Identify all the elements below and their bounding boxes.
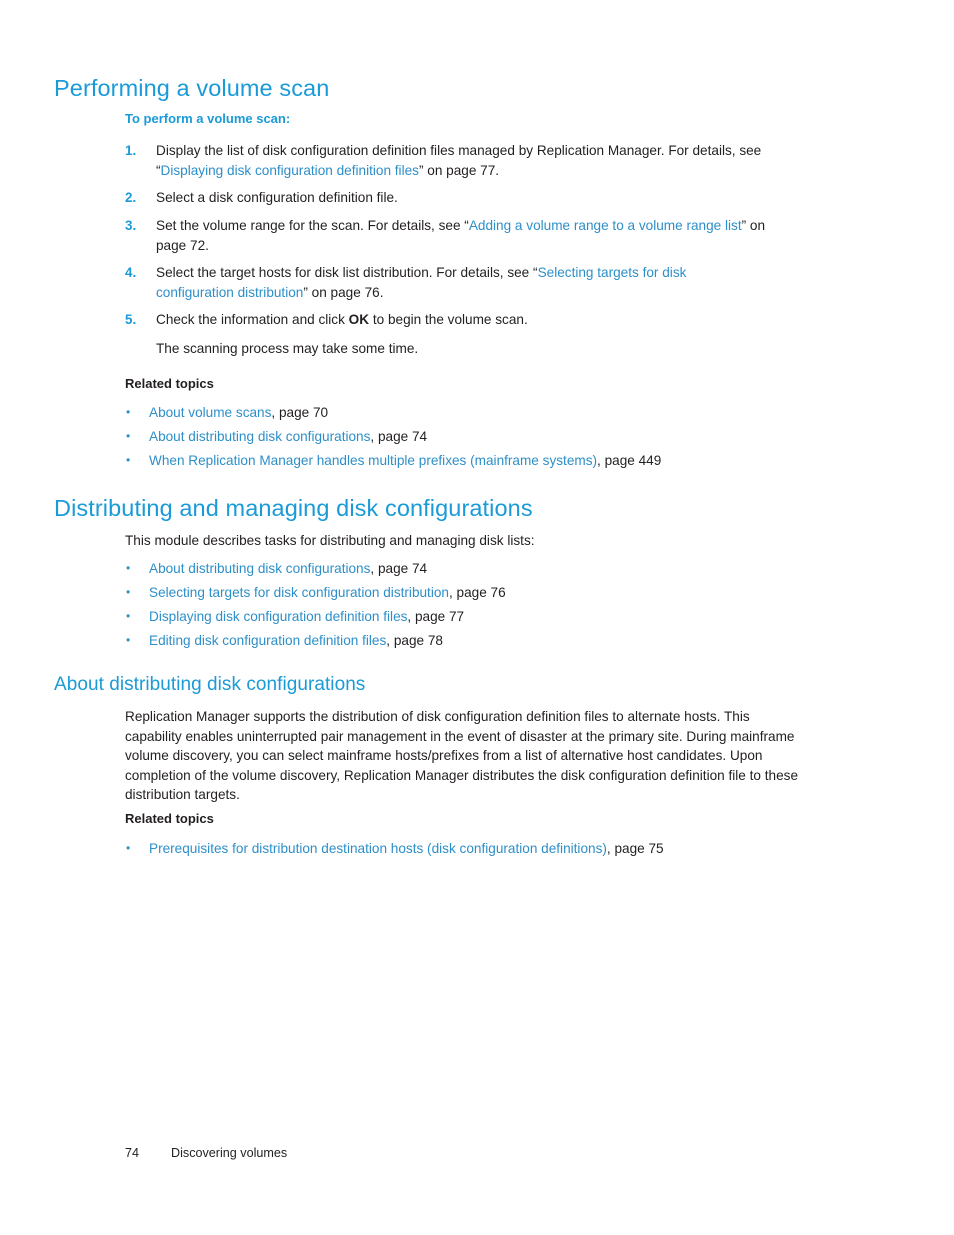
step-text-pre: Check the information and click <box>156 312 349 327</box>
step-text: Set the volume range for the scan. For d… <box>156 216 795 255</box>
cross-reference-link[interactable]: When Replication Manager handles multipl… <box>149 453 597 468</box>
step-text-pre: Select a disk configuration definition f… <box>156 190 398 205</box>
bullet-icon: • <box>126 633 131 647</box>
section-heading-about-distributing: About distributing disk configurations <box>54 674 366 695</box>
step-text: Select the target hosts for disk list di… <box>156 263 750 302</box>
cross-reference-link[interactable]: About distributing disk configurations <box>149 561 370 576</box>
step-text-pre: Set the volume range for the scan. For d… <box>156 218 469 233</box>
page-reference: , page 76 <box>448 585 506 600</box>
cross-reference-link[interactable]: About distributing disk configurations <box>149 429 370 444</box>
page-reference: , page 78 <box>386 633 443 648</box>
section-intro-text: This module describes tasks for distribu… <box>125 533 535 548</box>
list-item: • About distributing disk configurations… <box>126 427 826 447</box>
step-note: The scanning process may take some time. <box>156 341 419 356</box>
page-reference: , page 74 <box>370 561 428 576</box>
bullet-icon: • <box>126 453 131 467</box>
list-item: • About volume scans, page 70 <box>126 403 826 423</box>
list-item: • Editing disk configuration definition … <box>126 631 826 651</box>
page-reference: , page 75 <box>606 841 664 856</box>
cross-reference-link[interactable]: Selecting targets for disk configuration… <box>149 585 449 600</box>
list-item: 4. Select the target hosts for disk list… <box>125 263 750 302</box>
list-item: • When Replication Manager handles multi… <box>126 451 886 471</box>
page-reference: , page 449 <box>597 453 662 468</box>
cross-reference-link[interactable]: Editing disk configuration definition fi… <box>149 633 386 648</box>
list-item: 5. Check the information and click OK to… <box>125 310 805 330</box>
step-text-post: to begin the volume scan. <box>369 312 528 327</box>
list-item: • About distributing disk configurations… <box>126 559 826 579</box>
step-text-post: ” on page 76. <box>303 284 384 300</box>
bullet-icon: • <box>126 429 131 443</box>
page-footer: 74 Discovering volumes <box>0 1146 954 1166</box>
procedure-subheading: To perform a volume scan: <box>125 111 291 126</box>
list-item: 3. Set the volume range for the scan. Fo… <box>125 216 795 255</box>
section-body-paragraph: Replication Manager supports the distrib… <box>125 709 799 803</box>
step-number: 1. <box>125 143 137 158</box>
page-reference: , page 74 <box>370 429 428 444</box>
page-reference: , page 77 <box>407 609 465 624</box>
step-text: Display the list of disk configuration d… <box>156 141 805 180</box>
list-item: 1. Display the list of disk configuratio… <box>125 141 805 180</box>
page-reference: , page 70 <box>271 405 329 420</box>
cross-reference-link[interactable]: Prerequisites for distribution destinati… <box>149 841 607 856</box>
step-text-post: ” on page 77. <box>418 162 500 178</box>
bullet-icon: • <box>126 841 131 855</box>
cross-reference-link[interactable]: About volume scans <box>149 405 271 420</box>
bullet-icon: • <box>126 609 131 623</box>
cross-reference-link[interactable]: Adding a volume range to a volume range … <box>469 218 742 233</box>
related-topics-heading: Related topics <box>125 811 214 826</box>
step-number: 5. <box>125 312 137 327</box>
footer-page-number: 74 <box>125 1146 140 1160</box>
step-number: 2. <box>125 190 137 205</box>
document-page: Performing a volume scan To perform a vo… <box>0 0 954 1235</box>
bullet-icon: • <box>126 561 131 575</box>
bullet-icon: • <box>126 585 131 599</box>
ok-button-reference: OK <box>348 312 370 327</box>
list-item: 2. Select a disk configuration definitio… <box>125 188 805 208</box>
page-title: Performing a volume scan <box>54 75 330 101</box>
step-text: Check the information and click OK to be… <box>156 310 805 330</box>
step-text: Select a disk configuration definition f… <box>156 188 805 208</box>
step-number: 4. <box>125 265 137 280</box>
cross-reference-link[interactable]: Displaying disk configuration definition… <box>161 163 419 178</box>
bullet-icon: • <box>126 405 131 419</box>
footer-chapter-title: Discovering volumes <box>171 1146 288 1160</box>
related-topics-heading: Related topics <box>125 376 214 391</box>
section-heading-distributing: Distributing and managing disk configura… <box>54 495 533 521</box>
list-item: • Prerequisites for distribution destina… <box>126 839 886 859</box>
step-number: 3. <box>125 218 137 233</box>
cross-reference-link[interactable]: Displaying disk configuration definition… <box>149 609 407 624</box>
list-item: • Displaying disk configuration definiti… <box>126 607 826 627</box>
list-item: • Selecting targets for disk configurati… <box>126 583 826 603</box>
step-text-pre: Select the target hosts for disk list di… <box>156 265 538 280</box>
